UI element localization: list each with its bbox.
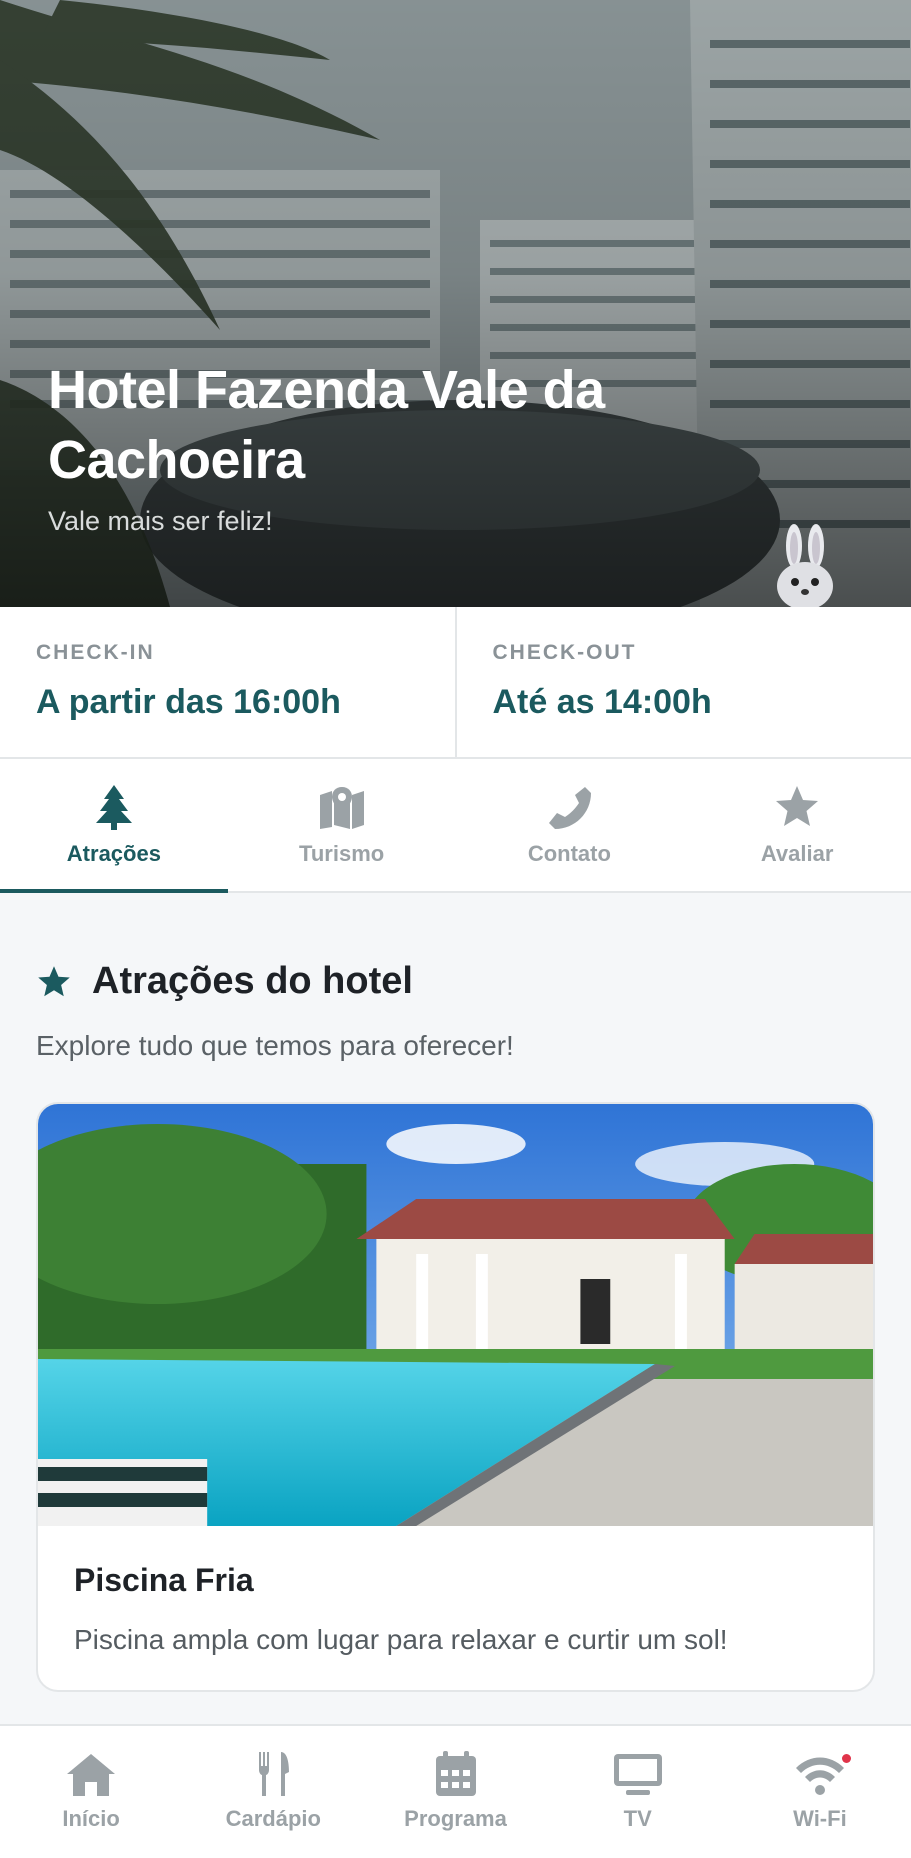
checkin-checkout-panel: CHECK-IN A partir das 16:00h CHECK-OUT A…	[0, 607, 911, 759]
checkin-label: CHECK-IN	[36, 641, 155, 664]
section-subtitle: Explore tudo que temos para oferecer!	[36, 1030, 514, 1061]
home-icon	[67, 1754, 116, 1796]
tv-icon	[613, 1754, 662, 1795]
tab-label: Turismo	[299, 841, 385, 866]
checkout-time: Até as 14:00h	[492, 683, 712, 721]
utensils-icon	[259, 1752, 290, 1796]
nav-cardapio[interactable]: Cardápio	[182, 1726, 364, 1858]
section-header: Atrações do hotel	[36, 960, 413, 1003]
checkout-label: CHECK-OUT	[492, 641, 637, 664]
nav-inicio[interactable]: Início	[0, 1726, 182, 1858]
checkin-time: A partir das 16:00h	[36, 683, 341, 721]
tab-atracoes[interactable]: Atrações	[0, 759, 228, 893]
nav-wifi[interactable]: Wi-Fi	[729, 1726, 911, 1858]
hotel-slogan: Vale mais ser feliz!	[48, 506, 273, 536]
wifi-icon	[795, 1757, 844, 1795]
star-icon	[38, 965, 70, 996]
phone-icon	[549, 787, 592, 829]
section-title: Atrações do hotel	[92, 960, 413, 1002]
tab-label: Atrações	[66, 841, 161, 866]
notification-dot	[841, 1754, 851, 1763]
nav-programa[interactable]: Programa	[364, 1726, 546, 1858]
checkout-block: CHECK-OUT Até as 14:00h	[454, 607, 911, 757]
hotel-name: Hotel Fazenda Vale da Cachoeira	[48, 360, 605, 490]
nav-label: Wi-Fi	[793, 1806, 847, 1831]
tab-label: Avaliar	[760, 841, 834, 866]
hero-banner: Hotel Fazenda Vale da Cachoeira Vale mai…	[0, 0, 911, 607]
tree-icon	[95, 785, 132, 830]
tab-bar: Atrações Turismo Contato Avaliar	[0, 759, 911, 893]
nav-tv[interactable]: TV	[547, 1726, 729, 1858]
attraction-title: Piscina Fria	[74, 1562, 254, 1598]
tab-label: Contato	[527, 841, 611, 866]
nav-label: Programa	[404, 1806, 507, 1831]
nav-label: Cardápio	[225, 1806, 321, 1831]
bottom-navigation: Início Cardápio Programa TV Wi-Fi	[0, 1724, 911, 1858]
star-icon	[776, 786, 819, 826]
map-icon	[319, 787, 364, 829]
nav-label: Início	[62, 1806, 120, 1831]
rabbit-mascot-icon	[777, 524, 833, 607]
attraction-description: Piscina ampla com lugar para relaxar e c…	[74, 1624, 728, 1655]
tab-turismo[interactable]: Turismo	[228, 759, 456, 891]
checkin-block: CHECK-IN A partir das 16:00h	[0, 607, 455, 757]
tab-contato[interactable]: Contato	[456, 759, 684, 891]
attraction-card[interactable]: Piscina Fria Piscina ampla com lugar par…	[36, 1102, 875, 1692]
attraction-image	[38, 1104, 873, 1526]
calendar-icon	[435, 1751, 476, 1796]
nav-label: TV	[623, 1806, 652, 1831]
tab-avaliar[interactable]: Avaliar	[683, 759, 911, 891]
